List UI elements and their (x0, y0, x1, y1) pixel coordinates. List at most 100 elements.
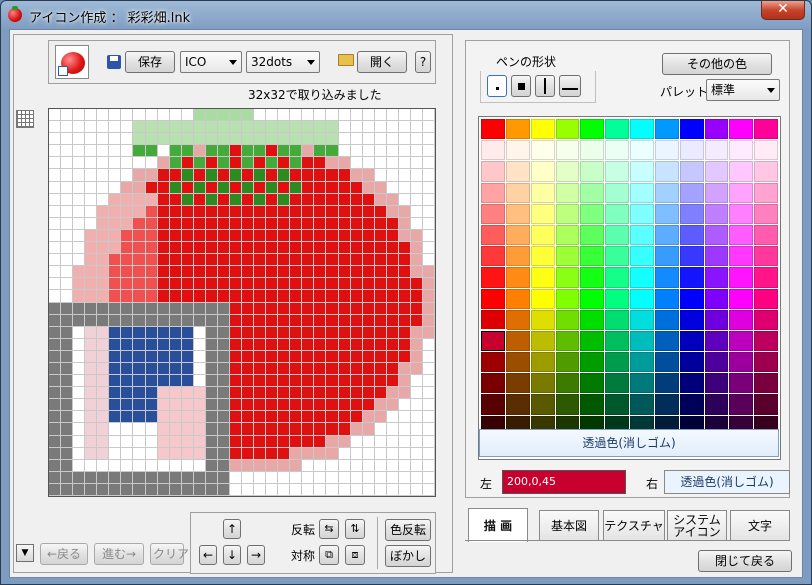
pixel-cell[interactable] (121, 229, 134, 243)
symmetry-vertical-icon[interactable]: ⧈ (345, 545, 365, 565)
pixel-cell[interactable] (326, 483, 339, 496)
pixel-cell[interactable] (181, 471, 194, 484)
pixel-cell[interactable] (386, 193, 399, 206)
pixel-cell[interactable] (169, 121, 182, 134)
palette-swatch[interactable] (530, 288, 555, 309)
pixel-cell[interactable] (410, 326, 423, 339)
pixel-cell[interactable] (266, 483, 279, 496)
pixel-cell[interactable] (290, 447, 303, 460)
pixel-cell[interactable] (350, 254, 363, 267)
pixel-cell[interactable] (85, 387, 98, 400)
pixel-cell[interactable] (266, 133, 279, 146)
pixel-cell[interactable] (205, 362, 218, 376)
pixel-cell[interactable] (217, 399, 230, 412)
pixel-cell[interactable] (386, 483, 399, 496)
pixel-cell[interactable] (121, 435, 134, 448)
pixel-cell[interactable] (193, 229, 206, 243)
pixel-cell[interactable] (169, 181, 182, 194)
pixel-cell[interactable] (278, 350, 291, 363)
pixel-cell[interactable] (254, 242, 267, 255)
pixel-cell[interactable] (422, 217, 435, 230)
pixel-cell[interactable] (254, 314, 267, 327)
pixel-cell[interactable] (326, 121, 339, 134)
pixel-cell[interactable] (73, 387, 86, 400)
pixel-cell[interactable] (49, 447, 62, 460)
pixel-cell[interactable] (386, 362, 399, 376)
pixel-cell[interactable] (49, 145, 62, 158)
pixel-cell[interactable] (61, 229, 74, 243)
pixel-cell[interactable] (193, 254, 206, 267)
pixel-cell[interactable] (386, 242, 399, 255)
pixel-cell[interactable] (398, 121, 411, 134)
pixel-cell[interactable] (266, 399, 279, 412)
pixel-cell[interactable] (362, 362, 375, 376)
pixel-cell[interactable] (85, 109, 98, 122)
pixel-cell[interactable] (422, 290, 435, 303)
pixel-cell[interactable] (145, 314, 158, 327)
pixel-cell[interactable] (157, 133, 170, 146)
palette-swatch[interactable] (605, 309, 629, 330)
pixel-cell[interactable] (302, 157, 315, 170)
palette-swatch[interactable] (679, 394, 704, 415)
pixel-cell[interactable] (181, 459, 194, 472)
pixel-cell[interactable] (374, 169, 387, 182)
pixel-cell[interactable] (133, 423, 146, 436)
palette-swatch[interactable] (605, 182, 629, 203)
pixel-cell[interactable] (242, 181, 255, 194)
pixel-cell[interactable] (326, 350, 339, 363)
pixel-cell[interactable] (362, 302, 375, 315)
pixel-cell[interactable] (133, 326, 146, 339)
pixel-cell[interactable] (374, 387, 387, 400)
pen-dot-button[interactable] (487, 75, 507, 97)
pixel-cell[interactable] (290, 459, 303, 472)
pixel-cell[interactable] (374, 217, 387, 230)
palette-swatch[interactable] (605, 288, 629, 309)
palette-swatch[interactable] (580, 288, 605, 309)
pixel-cell[interactable] (205, 290, 218, 303)
pixel-cell[interactable] (266, 157, 279, 170)
palette-swatch[interactable] (630, 373, 654, 394)
pixel-cell[interactable] (145, 181, 158, 194)
pixel-cell[interactable] (85, 205, 98, 218)
pixel-cell[interactable] (193, 205, 206, 218)
pixel-cell[interactable] (73, 217, 86, 230)
pixel-cell[interactable] (73, 338, 86, 351)
pixel-cell[interactable] (85, 350, 98, 363)
palette-swatch[interactable] (729, 224, 754, 246)
pixel-cell[interactable] (217, 411, 230, 424)
palette-swatch[interactable] (654, 352, 679, 373)
pixel-cell[interactable] (133, 266, 146, 279)
pixel-cell[interactable] (386, 121, 399, 134)
pixel-cell[interactable] (157, 229, 170, 243)
pixel-cell[interactable] (254, 278, 267, 291)
pixel-cell[interactable] (254, 121, 267, 134)
pixel-cell[interactable] (278, 133, 291, 146)
pixel-cell[interactable] (314, 205, 327, 218)
pixel-cell[interactable] (157, 326, 170, 339)
symmetry-horizontal-icon[interactable]: ⧉ (319, 545, 339, 565)
pixel-cell[interactable] (314, 266, 327, 279)
pixel-cell[interactable] (61, 266, 74, 279)
pixel-cell[interactable] (326, 266, 339, 279)
format-select[interactable]: ICO (180, 51, 242, 73)
pixel-cell[interactable] (193, 399, 206, 412)
pixel-cell[interactable] (61, 471, 74, 484)
palette-swatch[interactable] (580, 161, 605, 182)
pixel-cell[interactable] (205, 387, 218, 400)
pixel-cell[interactable] (374, 338, 387, 351)
pixel-cell[interactable] (410, 399, 423, 412)
pixel-cell[interactable] (290, 435, 303, 448)
palette-swatch[interactable] (704, 140, 729, 161)
pixel-cell[interactable] (229, 109, 242, 122)
pixel-cell[interactable] (73, 157, 86, 170)
pixel-cell[interactable] (193, 471, 206, 484)
pixel-cell[interactable] (362, 145, 375, 158)
pixel-cell[interactable] (314, 435, 327, 448)
pen-horizontal-button[interactable] (559, 75, 581, 97)
pixel-cell[interactable] (350, 471, 363, 484)
pixel-cell[interactable] (181, 411, 194, 424)
pixel-cell[interactable] (145, 217, 158, 230)
pixel-cell[interactable] (181, 169, 194, 182)
pixel-cell[interactable] (266, 435, 279, 448)
pixel-cell[interactable] (242, 350, 255, 363)
